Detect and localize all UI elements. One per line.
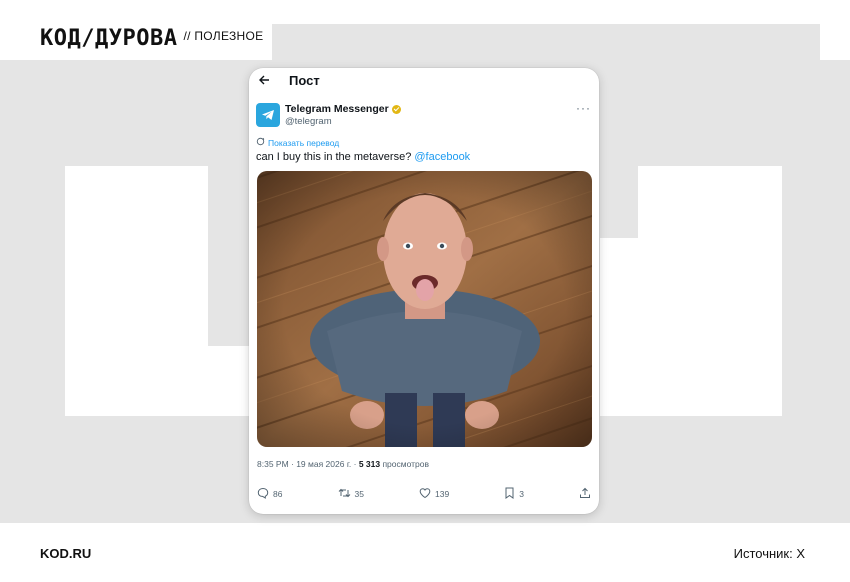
reply-icon [257, 487, 269, 501]
bg-white-left [65, 166, 208, 416]
share-button[interactable] [579, 487, 591, 501]
repost-button[interactable]: 35 [338, 487, 364, 501]
views-label: просмотров [380, 459, 430, 469]
post-actions: 86 35 139 3 [257, 486, 591, 502]
author-name[interactable]: Telegram Messenger [285, 103, 389, 115]
reply-count: 86 [273, 489, 283, 499]
post-card: Пост Telegram Messenger @telegram ··· По… [249, 68, 599, 514]
repost-count: 35 [354, 489, 364, 499]
views-count: 5 313 [358, 459, 381, 469]
post-image[interactable] [257, 171, 592, 447]
logo: КОД/ДУРОВА [40, 26, 178, 51]
translate-label[interactable]: Показать перевод [268, 138, 339, 148]
reply-button[interactable]: 86 [257, 487, 282, 501]
site-name: KOD.RU [40, 546, 92, 561]
post-topbar: Пост [249, 68, 599, 98]
author-handle[interactable]: @telegram [285, 116, 332, 127]
repost-icon [338, 487, 351, 501]
verified-badge-icon [391, 104, 401, 114]
post-meta: 8:35 PM · 19 мая 2026 г. · 5 313 просмот… [257, 459, 429, 469]
bg-white-right-2 [600, 238, 640, 416]
post-time[interactable]: 8:35 PM · 19 мая 2026 г. · [257, 459, 359, 469]
like-button[interactable]: 139 [419, 487, 449, 501]
bg-white-right [638, 166, 782, 416]
bookmark-icon [504, 487, 515, 501]
author-name-row[interactable]: Telegram Messenger [285, 103, 401, 115]
more-icon[interactable]: ··· [576, 101, 591, 115]
bg-white-left-bottom [208, 346, 250, 416]
brand-bar: КОД/ДУРОВА // ПОЛЕЗНОЕ [30, 16, 272, 60]
back-arrow-icon[interactable] [258, 73, 270, 90]
bookmark-count: 3 [519, 489, 524, 499]
section-label: // ПОЛЕЗНОЕ [183, 29, 264, 43]
like-count: 139 [435, 489, 450, 499]
share-icon [579, 487, 591, 501]
page-title: Пост [289, 73, 320, 88]
translate-icon [256, 137, 265, 148]
translate-link[interactable]: Показать перевод [256, 137, 339, 148]
bookmark-button[interactable]: 3 [504, 487, 524, 501]
source-label: Источник: X [733, 546, 805, 561]
like-icon [419, 487, 431, 501]
footer [0, 523, 817, 582]
mention-link[interactable]: @facebook [414, 151, 470, 163]
post-text: can I buy this in the metaverse? @facebo… [256, 151, 470, 163]
post-text-body: can I buy this in the metaverse? [256, 151, 415, 163]
telegram-logo-icon[interactable] [256, 103, 280, 127]
